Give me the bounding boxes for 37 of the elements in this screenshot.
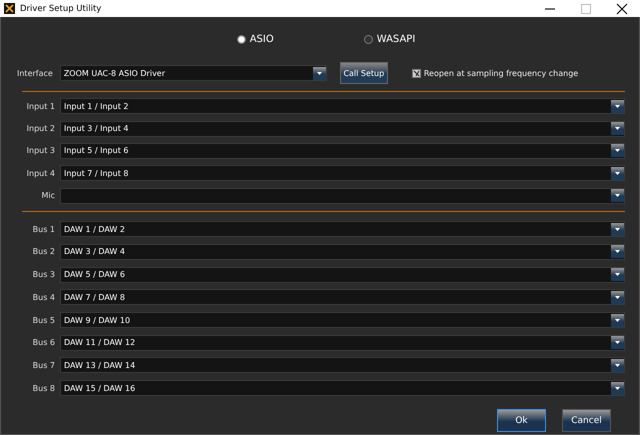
app-logo-icon (4, 3, 15, 14)
dropdown[interactable]: DAW 3 / DAW 4 (60, 244, 625, 260)
call-setup-button[interactable]: Call Setup (340, 62, 388, 84)
row-label: Input 2 (26, 124, 56, 134)
row-label: Mic (40, 191, 56, 200)
checkbox-label: Reopen at sampling frequency change (424, 68, 578, 78)
dropdown[interactable]: Input 7 / Input 8 (60, 165, 625, 182)
dropdown[interactable]: DAW 5 / DAW 6 (60, 266, 625, 283)
dropdown[interactable]: Input 1 / Input 2 (60, 98, 625, 114)
window-title: Driver Setup Utility (20, 4, 102, 14)
row-label: Input 3 (26, 146, 56, 156)
dropdown[interactable]: DAW 13 / DAW 14 (60, 357, 625, 374)
close-icon[interactable] (616, 2, 628, 14)
checkbox[interactable] (412, 68, 421, 78)
interface-label: Interface (17, 68, 54, 78)
dropdown[interactable]: DAW 7 / DAW 8 (60, 289, 625, 306)
dropdown[interactable]: DAW 1 / DAW 2 (60, 221, 625, 238)
dropdown[interactable]: ZOOM UAC-8 ASIO Driver (60, 65, 327, 81)
dropdown[interactable]: DAW 9 / DAW 10 (60, 312, 625, 328)
row-label: Input 1 (26, 102, 56, 111)
row-label: Bus 1 (32, 224, 56, 234)
dropdown[interactable]: Input 5 / Input 6 (60, 142, 625, 159)
row-label: Bus 3 (32, 270, 56, 280)
dialog-button[interactable]: Cancel (562, 409, 611, 432)
row-label: Bus 5 (32, 316, 56, 325)
row-label: Bus 8 (32, 384, 56, 393)
row-label: Bus 2 (32, 247, 56, 256)
row-label: Bus 6 (32, 338, 56, 348)
radio-option[interactable]: ASIO (236, 34, 274, 44)
row-label: Bus 4 (32, 292, 56, 302)
row-label: Bus 7 (32, 360, 56, 370)
dropdown[interactable]: DAW 15 / DAW 16 (60, 380, 625, 396)
radio-option[interactable]: WASAPI (364, 34, 416, 44)
dropdown[interactable]: DAW 11 / DAW 12 (60, 334, 625, 351)
dialog-button[interactable]: Ok (497, 409, 546, 432)
dropdown[interactable]: Input 3 / Input 4 (60, 120, 625, 137)
row-label: Input 4 (26, 168, 56, 178)
